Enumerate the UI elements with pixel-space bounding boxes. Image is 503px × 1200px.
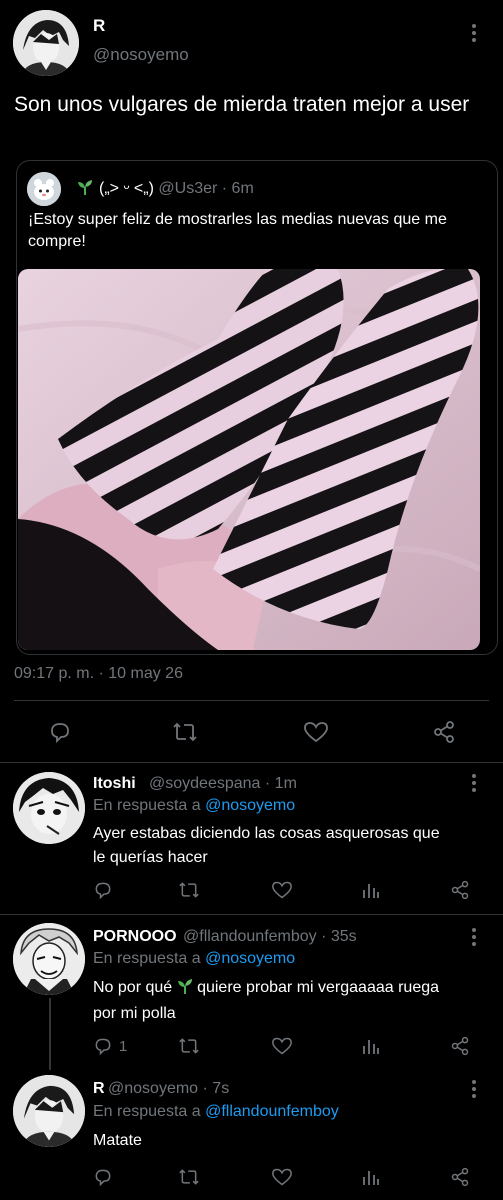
views-button[interactable]: [361, 880, 381, 900]
divider: [0, 762, 503, 763]
share-icon: [451, 1036, 469, 1056]
share-icon: [451, 880, 469, 900]
reply-icon: [95, 1169, 111, 1187]
sprout-icon: [77, 179, 93, 200]
replying-to: En respuesta a @nosoyemo: [93, 797, 295, 815]
replying-to-handle[interactable]: @nosoyemo: [205, 797, 295, 814]
reply-handle[interactable]: @soydeespana: [149, 775, 260, 792]
retweet-button[interactable]: [178, 1036, 200, 1056]
reply-name[interactable]: PORNOOO: [93, 928, 177, 946]
divider: [14, 700, 489, 701]
like-button[interactable]: [271, 1036, 293, 1056]
quoted-tweet-card[interactable]: („> ᵕ <„) @Us3er · 6m ¡Estoy super feliz…: [16, 160, 498, 655]
retweet-icon: [179, 1169, 199, 1185]
divider: [0, 914, 503, 915]
quoted-name[interactable]: („> ᵕ <„): [99, 180, 154, 197]
retweet-button[interactable]: [178, 1167, 200, 1187]
like-button[interactable]: [271, 880, 293, 900]
more-icon[interactable]: [471, 927, 477, 947]
share-button[interactable]: [432, 720, 456, 744]
replying-to-handle[interactable]: @fllandounfemboy: [205, 1103, 339, 1120]
replying-to-prefix: En respuesta a: [93, 797, 201, 814]
main-avatar[interactable]: [13, 10, 79, 76]
reply-icon: [95, 1038, 111, 1056]
share-button[interactable]: [450, 1036, 470, 1056]
replying-to-prefix: En respuesta a: [93, 1103, 201, 1120]
more-icon[interactable]: [471, 1079, 477, 1099]
like-icon: [272, 881, 292, 899]
reply-avatar[interactable]: [13, 923, 85, 995]
reply-meta: @soydeespana · 1m: [149, 775, 297, 793]
tweet-text: Son unos vulgares de mierda traten mejor…: [14, 93, 470, 116]
quoted-text: ¡Estoy super feliz de mostrarles las med…: [28, 211, 447, 250]
views-button[interactable]: [361, 1167, 381, 1187]
reply-name[interactable]: R: [93, 1080, 105, 1098]
retweet-icon: [179, 882, 199, 898]
views-icon: [363, 1171, 379, 1185]
share-button[interactable]: [450, 880, 470, 900]
share-button[interactable]: [450, 1167, 470, 1187]
views-button[interactable]: [361, 1036, 381, 1056]
more-icon[interactable]: [471, 23, 477, 43]
replying-to-prefix: En respuesta a: [93, 950, 201, 967]
share-icon: [434, 721, 454, 743]
quoted-avatar[interactable]: [27, 172, 61, 206]
retweet-icon: [173, 722, 197, 742]
quoted-handle[interactable]: @Us3er: [158, 180, 217, 197]
views-icon: [363, 884, 379, 898]
reply-button[interactable]: [93, 880, 113, 900]
like-button[interactable]: [271, 1167, 293, 1187]
reply-text: Ayer estabas diciendo las cosas asqueros…: [93, 825, 440, 866]
reply-handle[interactable]: @nosoyemo: [108, 1080, 198, 1097]
reply-time: · 35s: [321, 928, 357, 945]
like-icon: [272, 1168, 292, 1186]
reply-meta: @nosoyemo · 7s: [108, 1080, 229, 1098]
sprout-icon: [177, 978, 193, 1002]
like-icon: [304, 722, 328, 743]
retweet-icon: [179, 1038, 199, 1054]
replying-to: En respuesta a @fllandounfemboy: [93, 1103, 339, 1121]
replying-to: En respuesta a @nosoyemo: [93, 950, 295, 968]
thread-line: [49, 998, 51, 1070]
reply-button[interactable]: 1: [93, 1036, 127, 1056]
more-icon[interactable]: [471, 773, 477, 793]
reply-text-before: No por qué: [93, 979, 173, 996]
retweet-button[interactable]: [172, 720, 198, 744]
reply-time: · 1m: [264, 775, 297, 792]
views-icon: [363, 1040, 379, 1054]
reply-name[interactable]: Itoshi: [93, 775, 136, 793]
reply-text: Matate: [93, 1132, 142, 1149]
reply-icon: [51, 723, 69, 744]
quoted-time: · 6m: [221, 180, 254, 197]
tweet-timestamp: 09:17 p. m. · 10 may 26: [14, 665, 183, 682]
reply-avatar[interactable]: [13, 772, 85, 844]
retweet-button[interactable]: [178, 880, 200, 900]
author-handle[interactable]: @nosoyemo: [93, 45, 189, 65]
like-button[interactable]: [303, 720, 329, 744]
replying-to-handle[interactable]: @nosoyemo: [205, 950, 295, 967]
reply-text: No por qué quiere probar mi vergaaaaa ru…: [93, 976, 448, 1026]
reply-icon: [95, 882, 111, 900]
author-name[interactable]: R: [93, 16, 105, 36]
reply-handle[interactable]: @fllandounfemboy: [183, 928, 317, 945]
reply-button[interactable]: [48, 720, 72, 744]
reply-button[interactable]: [93, 1167, 113, 1187]
like-icon: [272, 1037, 292, 1055]
share-icon: [451, 1167, 469, 1187]
reply-time: · 7s: [202, 1080, 230, 1097]
reply-count: 1: [119, 1037, 128, 1055]
reply-avatar[interactable]: [13, 1075, 85, 1147]
reply-meta: @fllandounfemboy · 35s: [183, 928, 357, 946]
quoted-photo[interactable]: [18, 269, 480, 650]
quoted-header: („> ᵕ <„) @Us3er · 6m: [77, 179, 254, 200]
